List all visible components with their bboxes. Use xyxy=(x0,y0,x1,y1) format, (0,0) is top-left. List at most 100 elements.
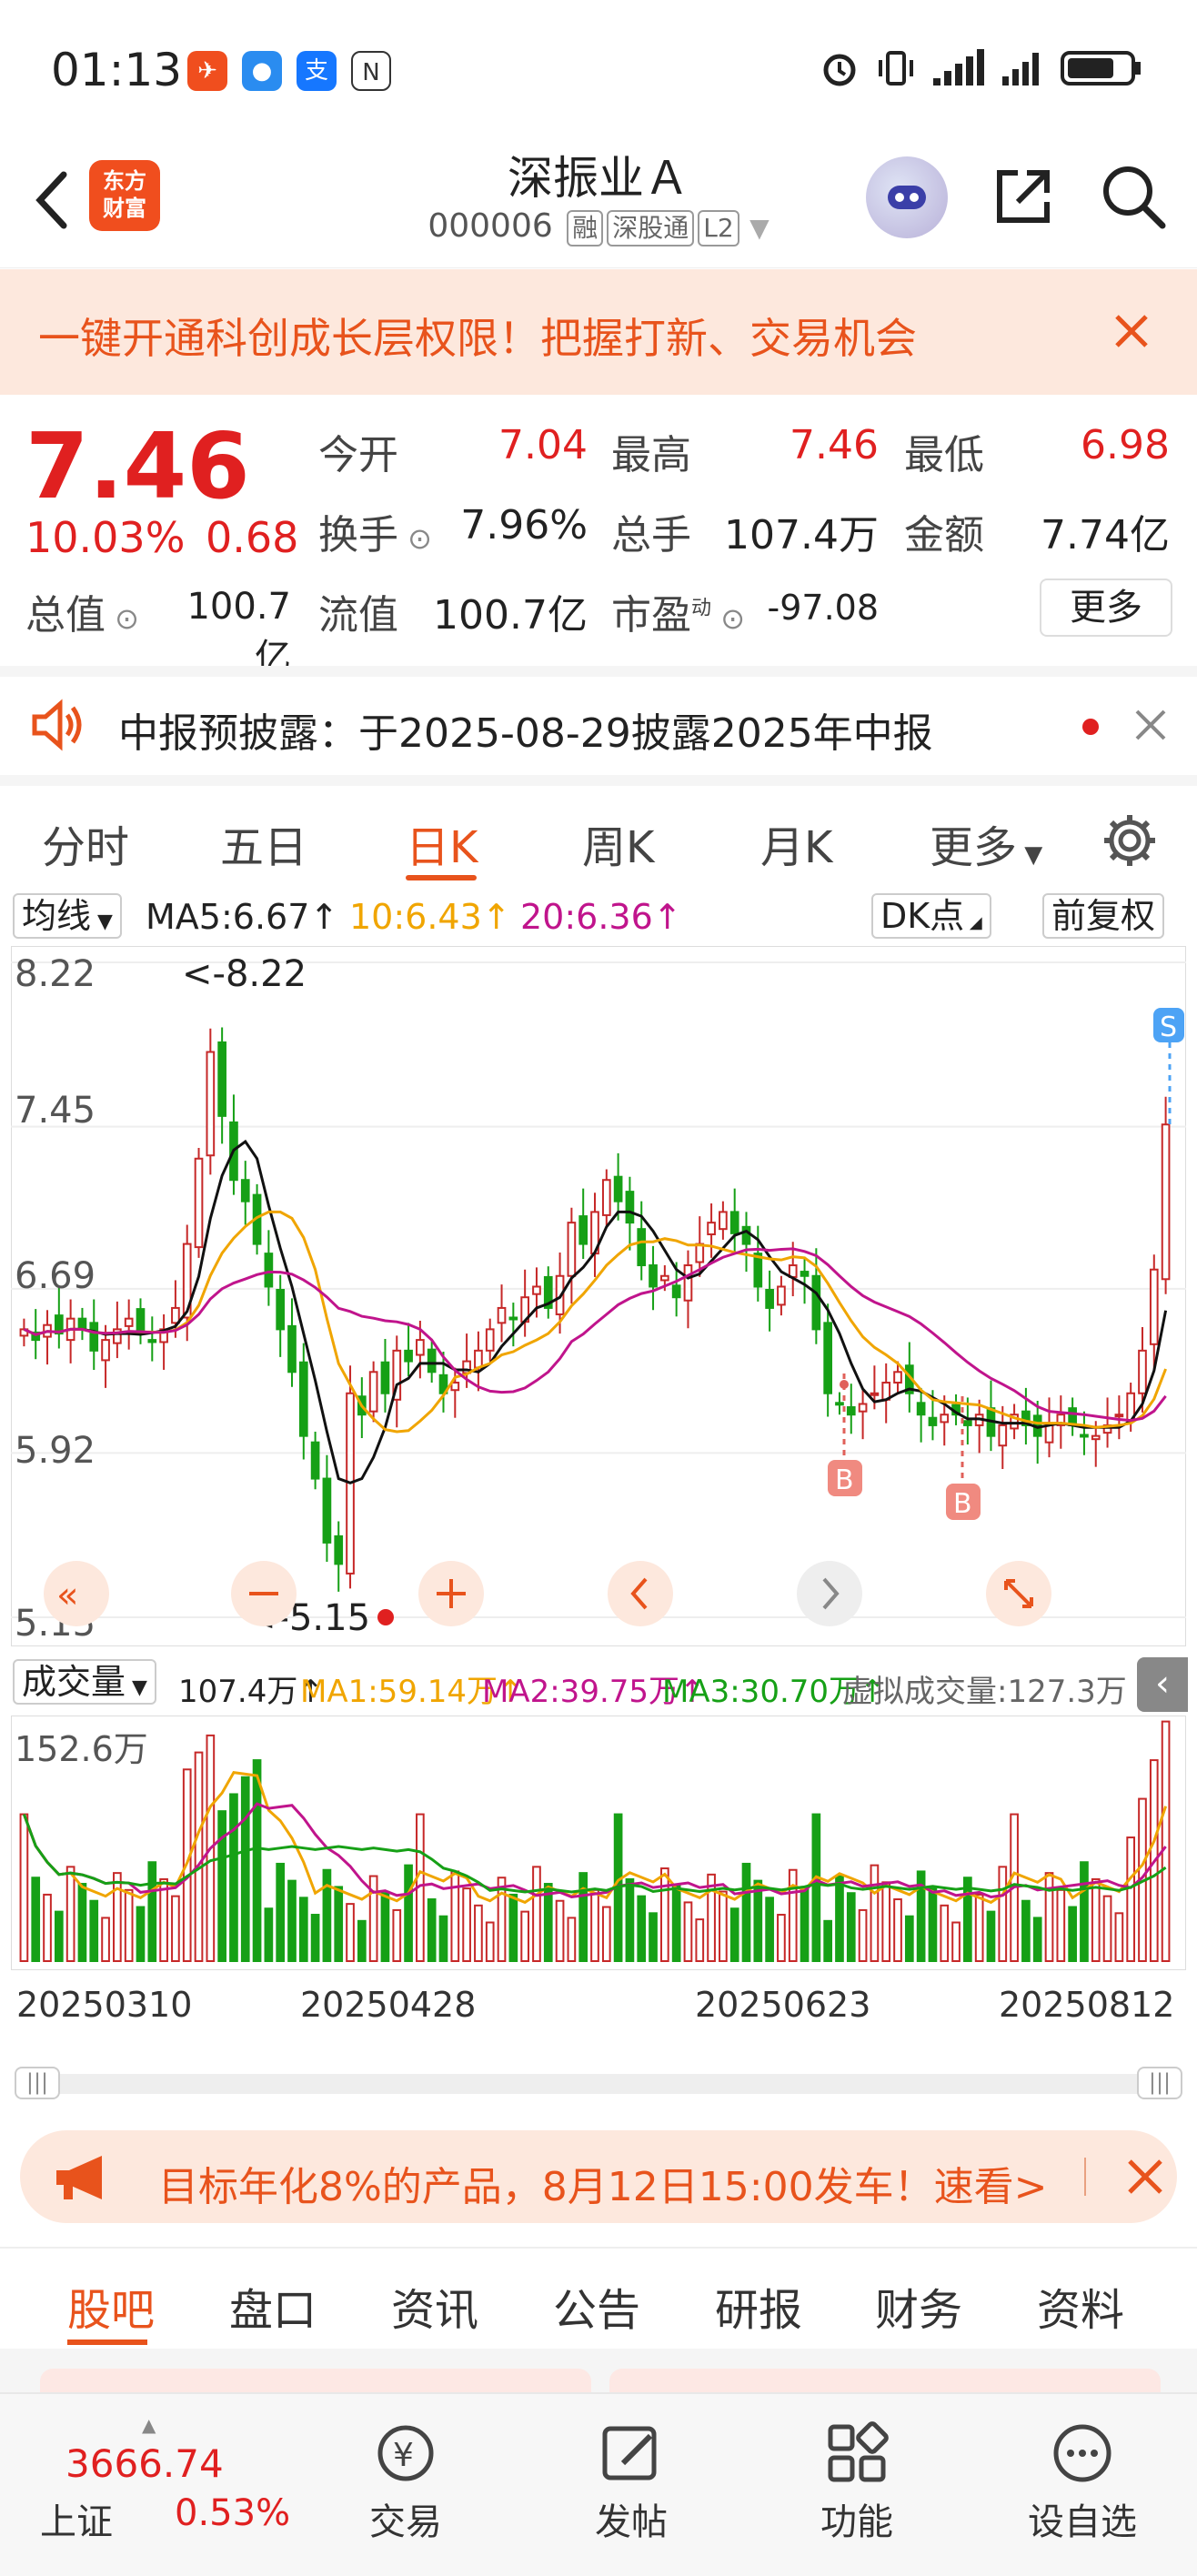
volume-bar xyxy=(649,1912,658,1963)
content-preview xyxy=(0,2349,1197,2396)
volume-bar xyxy=(601,1906,611,1962)
promo-banner[interactable]: 一键开通科创成长层权限！把握打新、交易机会 xyxy=(0,269,1197,395)
volume-bar xyxy=(520,1910,529,1962)
chart-scrollbar[interactable]: ||| ||| xyxy=(15,2067,1182,2099)
step-forward-button[interactable] xyxy=(797,1561,862,1626)
promo-text[interactable]: 一键开通科创成长层权限！把握打新、交易机会 xyxy=(38,306,917,366)
volume-bar xyxy=(823,1919,833,1962)
scroll-handle-left[interactable]: ||| xyxy=(15,2067,60,2099)
value-high: 7.46 xyxy=(790,422,879,468)
dk-point-selector[interactable]: DK点 ◢ xyxy=(871,893,991,939)
volume-bar xyxy=(77,1883,87,1963)
notice-bar[interactable]: 中报预披露：于2025-08-29披露2025年中报 xyxy=(0,666,1197,775)
nav-trade[interactable]: ¥ 交易 xyxy=(315,2421,497,2545)
nav-post[interactable]: 发帖 xyxy=(540,2421,722,2545)
scroll-handle-right[interactable]: ||| xyxy=(1137,2067,1182,2099)
tab-intraday[interactable]: 分时 xyxy=(42,811,129,875)
sell-signal[interactable]: S xyxy=(1153,1008,1184,1124)
candle-body xyxy=(719,1211,728,1231)
svg-text:¥: ¥ xyxy=(393,2437,414,2474)
volume-bar xyxy=(147,1861,157,1963)
tab-news[interactable]: 资讯 xyxy=(391,2274,478,2338)
candle-body xyxy=(380,1361,390,1394)
volume-bar xyxy=(322,1868,332,1962)
signal-icon xyxy=(933,49,984,86)
volume-bar xyxy=(276,1862,286,1962)
volume-bar xyxy=(31,1877,41,1962)
tab-announcements[interactable]: 公告 xyxy=(553,2274,640,2338)
volume-bar xyxy=(974,1893,984,1962)
close-icon[interactable] xyxy=(1104,304,1159,358)
ad-banner[interactable]: 目标年化8%的产品，8月12日15:00发车！速看> xyxy=(20,2130,1177,2223)
notice-text[interactable]: 中报预披露：于2025-08-29披露2025年中报 xyxy=(118,700,933,759)
tab-profile[interactable]: 资料 xyxy=(1037,2274,1124,2338)
battery-icon xyxy=(1061,51,1141,86)
volume-bar xyxy=(1021,1899,1031,1963)
volume-chart[interactable]: 152.6万 xyxy=(11,1716,1186,1970)
candle-body xyxy=(427,1348,437,1374)
volume-bar xyxy=(113,1872,122,1962)
candle-body xyxy=(124,1317,134,1327)
tab-monthly-k[interactable]: 月K xyxy=(760,811,832,875)
close-icon[interactable] xyxy=(1121,2152,1170,2201)
ma-selector[interactable]: 均线 ▼ xyxy=(13,893,122,939)
zoom-out-button[interactable] xyxy=(231,1561,297,1626)
adjust-selector[interactable]: 前复权 xyxy=(1042,893,1165,939)
volume-bar xyxy=(1032,1917,1042,1963)
tab-five-day[interactable]: 五日 xyxy=(220,811,307,875)
candle-body xyxy=(474,1349,483,1369)
settings-gear-icon[interactable] xyxy=(1101,811,1159,870)
tab-order-book[interactable]: 盘口 xyxy=(229,2274,317,2338)
volume-bar xyxy=(904,1915,914,1962)
fast-backward-button[interactable]: « xyxy=(44,1561,109,1626)
candle-body xyxy=(147,1339,157,1343)
nav-watchlist[interactable]: 设自选 xyxy=(991,2421,1173,2545)
candle-body xyxy=(136,1308,146,1335)
nav-functions[interactable]: 功能 xyxy=(766,2421,948,2545)
volume-bar xyxy=(660,1867,669,1962)
low-marker-dot xyxy=(377,1609,394,1625)
volume-bar xyxy=(846,1892,856,1962)
collapse-panel-button[interactable]: ‹ xyxy=(1137,1657,1188,1712)
candle-body xyxy=(1138,1349,1147,1394)
step-back-button[interactable] xyxy=(608,1561,673,1626)
label-float-cap: 流值 xyxy=(318,592,398,639)
zoom-in-button[interactable] xyxy=(418,1561,484,1626)
candle-body xyxy=(870,1392,880,1396)
candle-body xyxy=(777,1285,786,1306)
share-icon[interactable] xyxy=(987,160,1060,233)
tab-daily-k[interactable]: 日K xyxy=(406,811,478,875)
volume-bar xyxy=(870,1864,880,1962)
label-volume: 总手 xyxy=(611,512,691,558)
change-percent: 10.03% xyxy=(25,513,186,562)
tab-financials[interactable]: 财务 xyxy=(875,2274,962,2338)
tab-research[interactable]: 研报 xyxy=(715,2274,802,2338)
close-icon[interactable] xyxy=(1128,702,1173,748)
dropdown-icon[interactable]: ▼ xyxy=(749,213,770,243)
more-button[interactable]: 更多 xyxy=(1040,579,1172,637)
candle-body xyxy=(171,1306,180,1324)
candle-body xyxy=(101,1339,110,1362)
search-icon[interactable] xyxy=(1097,160,1170,233)
ai-assistant-icon[interactable] xyxy=(866,156,948,238)
alarm-icon xyxy=(823,54,856,86)
volume-selector[interactable]: 成交量 ▼ xyxy=(13,1659,156,1705)
buy-signal[interactable]: B xyxy=(828,1374,862,1496)
tab-weekly-k[interactable]: 周K xyxy=(582,811,654,875)
candle-body xyxy=(823,1322,833,1394)
tab-more[interactable]: 更多 ▼ xyxy=(930,811,1042,875)
candle-body xyxy=(893,1371,902,1384)
y-tick-label: 6.69 xyxy=(15,1255,96,1297)
volume-bar xyxy=(788,1868,798,1962)
ad-text[interactable]: 目标年化8%的产品，8月12日15:00发车！速看> xyxy=(158,2154,1047,2212)
bottom-nav: ▲ 3666.74 上证 0.53% ¥ 交易 发帖 功能 设自选 xyxy=(0,2392,1197,2576)
more-dots-icon xyxy=(1053,2424,1112,2482)
candle-body xyxy=(368,1371,378,1413)
volume-bar xyxy=(474,1904,483,1963)
volume-bar xyxy=(427,1898,437,1962)
fullscreen-button[interactable] xyxy=(986,1561,1051,1626)
kline-chart[interactable]: 8.22 7.45 6.69 5.92 5.15 <-8.22 <-5.15 B… xyxy=(11,946,1186,1646)
quote-panel: 7.46 10.03% 0.68 今开 7.04 最高 7.46 最低 6.98… xyxy=(0,395,1197,679)
tab-forum[interactable]: 股吧 xyxy=(67,2274,155,2338)
candle-body xyxy=(601,1179,611,1216)
